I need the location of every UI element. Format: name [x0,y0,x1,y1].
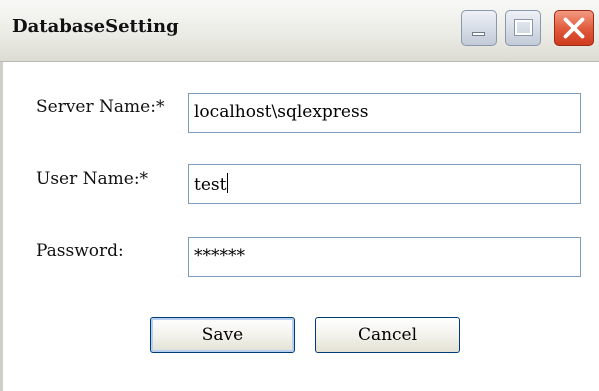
minimize-icon [472,32,485,36]
text-caret [227,173,229,193]
user-name-label: User Name:* [36,169,149,189]
window-title: DatabaseSetting [12,16,179,37]
password-label: Password: [36,241,124,261]
server-name-input[interactable]: localhost\sqlexpress [188,93,581,133]
close-icon [563,17,585,39]
password-value: ****** [194,246,245,266]
user-name-value: test [194,173,229,195]
window-frame-left [0,62,3,391]
cancel-button[interactable]: Cancel [315,317,460,353]
maximize-button[interactable] [505,10,541,46]
close-button[interactable] [554,10,594,46]
minimize-button[interactable] [461,10,497,46]
server-name-label: Server Name:* [36,97,165,117]
maximize-icon [514,19,533,36]
user-name-input[interactable]: test [188,164,581,204]
server-name-value: localhost\sqlexpress [194,102,369,122]
password-input[interactable]: ****** [188,237,581,277]
user-name-text: test [194,175,227,195]
title-bar[interactable]: DatabaseSetting [0,0,599,62]
database-setting-window: DatabaseSetting Server Name:* localhost\… [0,0,599,391]
save-button[interactable]: Save [150,317,295,353]
